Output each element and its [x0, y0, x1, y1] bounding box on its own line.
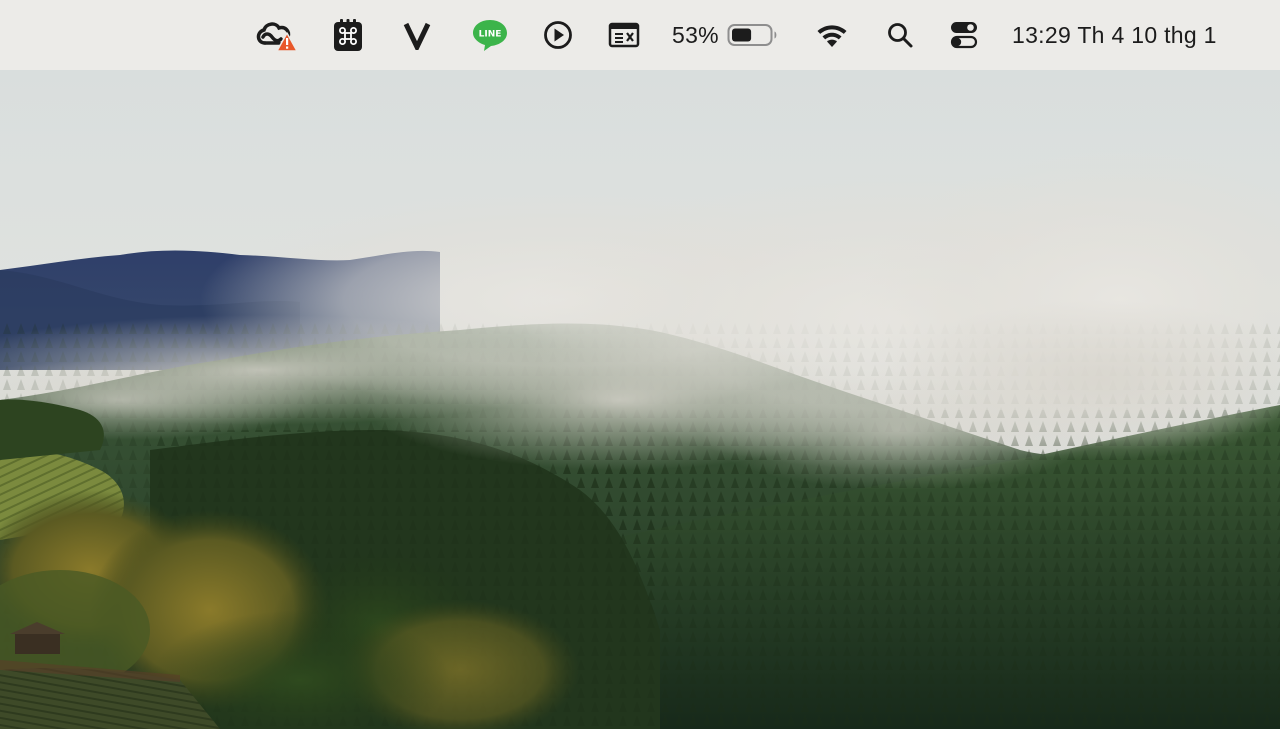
desktop: LINE 53% 13:29 Th 4 10 thg 1 — [0, 0, 1280, 729]
battery-percentage: 53% — [672, 21, 719, 48]
window-close-icon — [608, 22, 640, 48]
line-menu-extra[interactable]: LINE — [470, 14, 510, 56]
battery-menu-extra[interactable]: 53% — [672, 14, 782, 56]
menu-bar-clock[interactable]: 13:29 Th 4 10 thg 1 — [1012, 14, 1252, 56]
wifi-menu-extra[interactable] — [812, 14, 852, 56]
menu-bar: LINE 53% 13:29 Th 4 10 thg 1 — [0, 0, 1280, 70]
spotlight-menu-extra[interactable] — [882, 14, 918, 56]
control-center-menu-extra[interactable] — [945, 14, 983, 56]
line-app-icon: LINE — [473, 20, 507, 51]
v-letter-icon — [403, 22, 431, 50]
battery-icon — [727, 24, 777, 46]
search-icon — [888, 23, 913, 48]
control-center-icon — [950, 22, 978, 49]
command-key-icon — [334, 19, 362, 51]
v-app-menu-extra[interactable] — [400, 14, 434, 56]
media-player-menu-extra[interactable] — [540, 14, 576, 56]
line-icon-label: LINE — [479, 30, 502, 40]
play-circle-icon — [544, 21, 572, 49]
command-app-menu-extra[interactable] — [329, 14, 367, 56]
landscape-wallpaper — [0, 70, 1280, 729]
creative-cloud-menu-extra[interactable] — [250, 14, 300, 56]
wifi-icon — [817, 25, 847, 47]
clock-text: 13:29 Th 4 10 thg 1 — [1012, 21, 1217, 48]
battery-level-fill — [731, 28, 752, 42]
creative-cloud-warning-icon — [256, 22, 298, 52]
window-app-menu-extra[interactable] — [605, 14, 643, 56]
desktop-wallpaper — [0, 70, 1280, 729]
